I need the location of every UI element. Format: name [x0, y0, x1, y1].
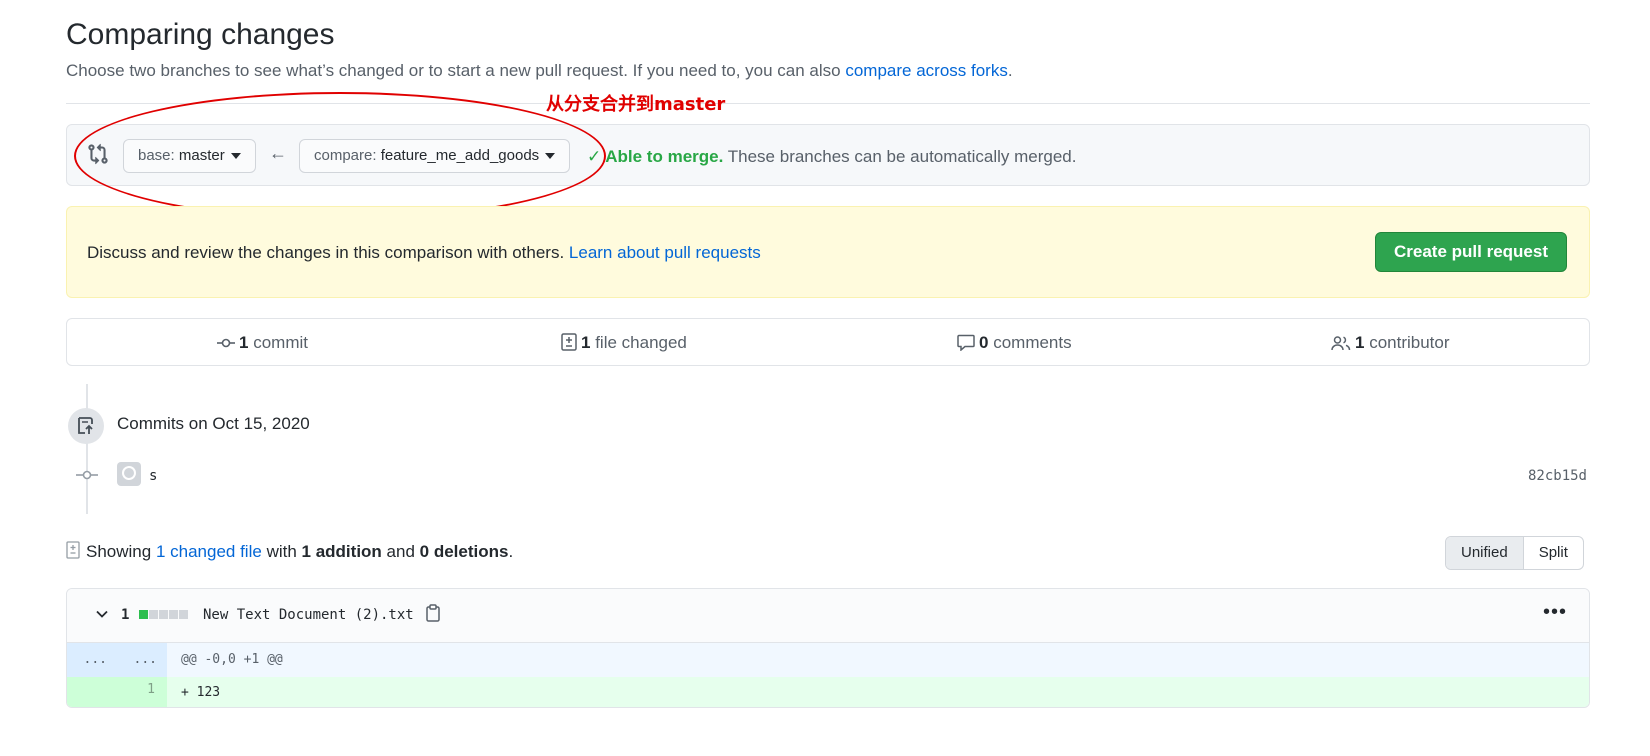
split-view-button[interactable]: Split — [1524, 537, 1583, 569]
old-line-number[interactable] — [67, 677, 117, 707]
clipboard-copy-icon[interactable] — [425, 604, 441, 622]
showing-label: Showing — [86, 542, 152, 561]
subtitle-end: . — [1007, 61, 1013, 80]
comment-icon — [957, 334, 975, 352]
comments-count: 0 — [979, 333, 989, 352]
comparison-stats: 1 commit 1 file changed 0 comments 1 con… — [66, 318, 1590, 366]
base-branch-select[interactable]: base: master — [123, 139, 256, 173]
addition-row: 1 + 123 — [67, 677, 1589, 707]
notice-message: Discuss and review the changes in this c… — [87, 243, 565, 262]
diffstat-bar — [139, 610, 188, 619]
merge-status-message: These branches can be automatically merg… — [727, 147, 1077, 166]
additions-count: 1 addition — [301, 542, 382, 561]
file-change-count: 1 — [121, 607, 130, 623]
create-pull-request-button[interactable]: Create pull request — [1375, 232, 1567, 272]
added-line-text: + 123 — [181, 685, 221, 700]
files-count: 1 — [581, 333, 591, 352]
people-icon — [1331, 336, 1351, 351]
diffstat-block-neutral — [179, 610, 188, 619]
stat-contributors[interactable]: 1 contributor — [1331, 333, 1450, 353]
file-diff-icon — [561, 333, 577, 351]
merge-status: ✓ Able to merge. These branches can be au… — [587, 147, 1076, 167]
hunk-expand-left[interactable]: ... — [67, 643, 117, 677]
annotation-text: 从分支合并到master — [546, 94, 726, 115]
page-title: Comparing changes — [66, 18, 335, 51]
stat-commits[interactable]: 1 commit — [217, 333, 308, 353]
commit-sha-link[interactable]: 82cb15d — [1528, 468, 1587, 484]
compare-branch-name: feature_me_add_goods — [380, 147, 540, 164]
learn-pull-requests-link[interactable]: Learn about pull requests — [569, 243, 761, 262]
timeline-line — [86, 384, 88, 514]
file-diff: 1 New Text Document (2).txt ••• ... ... … — [66, 588, 1590, 708]
avatar[interactable] — [117, 462, 141, 486]
kebab-menu-icon[interactable]: ••• — [1543, 601, 1567, 624]
commits-badge — [68, 408, 104, 444]
github-avatar-icon — [122, 466, 136, 480]
hunk-header-text: @@ -0,0 +1 @@ — [181, 652, 283, 667]
header-divider — [66, 103, 1590, 104]
compare-across-forks-link[interactable]: compare across forks — [845, 61, 1008, 80]
unified-view-button[interactable]: Unified — [1446, 537, 1524, 569]
chevron-down-icon[interactable] — [95, 607, 109, 624]
diffstat-block-neutral — [169, 610, 178, 619]
new-line-number[interactable]: 1 — [117, 677, 167, 707]
caret-down-icon — [545, 153, 556, 160]
compare-prefix: compare: — [314, 147, 377, 164]
comments-label: comments — [993, 333, 1072, 352]
contributors-label: contributor — [1369, 333, 1450, 352]
range-editor: base: master ← compare: feature_me_add_g… — [66, 124, 1590, 186]
commit-message-link[interactable]: s — [149, 468, 157, 484]
changed-files-link[interactable]: 1 changed file — [156, 542, 262, 561]
diffstat-block-neutral — [159, 610, 168, 619]
merge-status-label: Able to merge. — [605, 147, 724, 166]
stat-files-changed[interactable]: 1 file changed — [561, 333, 687, 353]
base-prefix: base: — [138, 147, 175, 164]
commits-label: commit — [253, 333, 308, 352]
commits-date-heading: Commits on Oct 15, 2020 — [117, 414, 310, 433]
and-label: and — [386, 542, 415, 561]
compare-branch-select[interactable]: compare: feature_me_add_goods — [299, 139, 571, 173]
deletions-count: 0 deletions — [419, 542, 509, 561]
file-name-link[interactable]: New Text Document (2).txt — [203, 607, 414, 623]
diffstat-block-added — [139, 610, 148, 619]
page-subtitle: Choose two branches to see what’s change… — [66, 61, 1013, 81]
commits-count: 1 — [239, 333, 249, 352]
diff-view-toggle: Unified Split — [1445, 536, 1584, 570]
arrow-left-icon: ← — [269, 143, 287, 163]
repo-push-icon — [78, 417, 93, 434]
contributors-count: 1 — [1355, 333, 1365, 352]
diffstat-block-neutral — [149, 610, 158, 619]
hunk-header-row: ... ... @@ -0,0 +1 @@ — [67, 643, 1589, 677]
check-icon: ✓ — [587, 147, 602, 166]
subtitle-text: Choose two branches to see what’s change… — [66, 61, 841, 80]
git-commit-icon — [76, 470, 98, 480]
notice-text: Discuss and review the changes in this c… — [87, 243, 761, 263]
file-header: 1 New Text Document (2).txt ••• — [67, 589, 1589, 643]
stat-comments[interactable]: 0 comments — [957, 333, 1072, 353]
git-compare-icon — [88, 143, 108, 165]
diff-summary: Showing 1 changed file with 1 addition a… — [66, 541, 513, 562]
files-label: file changed — [595, 333, 687, 352]
hunk-expand-right[interactable]: ... — [117, 643, 167, 677]
git-commit-icon — [217, 338, 235, 348]
with-label: with — [266, 542, 297, 561]
pull-request-notice: Discuss and review the changes in this c… — [66, 206, 1590, 298]
summary-end: . — [508, 542, 514, 561]
base-branch-name: master — [178, 147, 225, 164]
file-diff-icon — [66, 541, 80, 559]
caret-down-icon — [230, 153, 241, 160]
